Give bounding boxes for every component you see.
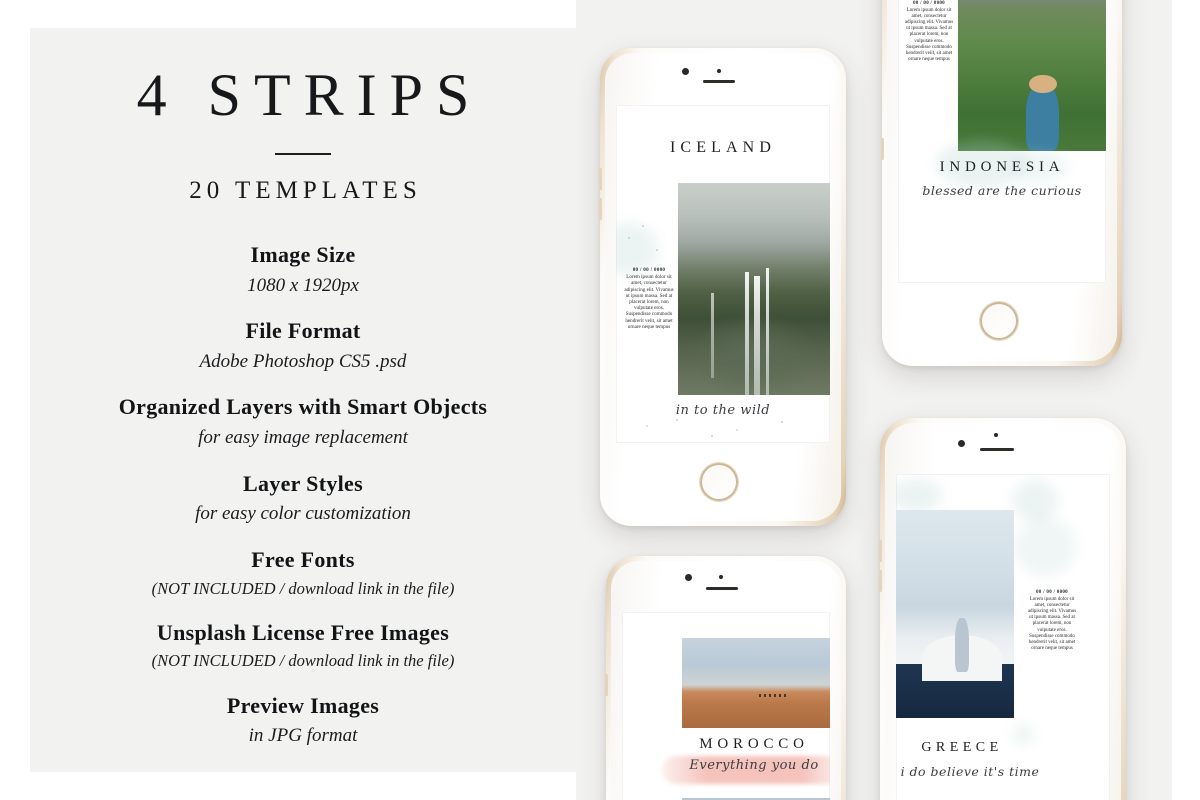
- phone-screen-iceland: ICELAND 00 / 00 / 0000 Lorem ipsum dolor…: [616, 105, 830, 443]
- screen-lorem-body: Lorem ipsum dolor sit amet, consectetur …: [904, 8, 954, 62]
- phone-mockup-greece: 00 / 00 / 0000 Lorem ipsum dolor sit ame…: [879, 418, 1126, 800]
- home-button[interactable]: [700, 463, 738, 501]
- feature-item: Preview Images in JPG format: [30, 692, 576, 749]
- screen-title: MOROCCO: [699, 736, 809, 752]
- photo-figure: [955, 618, 970, 673]
- phone-side-button: [599, 168, 602, 190]
- home-button[interactable]: [980, 302, 1018, 340]
- page-subtitle: 20 TEMPLATES: [189, 177, 422, 204]
- screen-lorem-body: Lorem ipsum dolor sit amet, consectetur …: [1027, 597, 1077, 651]
- feature-item: File Format Adobe Photoshop CS5 .psd: [30, 317, 576, 374]
- earpiece-speaker: [980, 448, 1014, 451]
- feature-item: Layer Styles for easy color customizatio…: [30, 470, 576, 527]
- phone-side-button: [605, 674, 608, 696]
- watercolor-blob: [896, 478, 942, 512]
- screen-lorem-column: 00 / 00 / 0000 Lorem ipsum dolor sit ame…: [904, 1, 954, 63]
- title-divider: [275, 153, 331, 155]
- phone-side-button: [879, 570, 882, 592]
- screen-lorem-date: 00 / 00 / 0000: [632, 267, 666, 273]
- feature-heading: Organized Layers with Smart Objects: [118, 394, 488, 420]
- screen-lorem-column: 00 / 00 / 0000 Lorem ipsum dolor sit ame…: [622, 267, 676, 330]
- screen-photo-waterfall: [678, 183, 830, 395]
- watercolor-blob: [1014, 518, 1076, 576]
- screen-script-caption: i do believe it's time: [900, 764, 1040, 779]
- screen-photo-santorini: [896, 510, 1014, 718]
- front-camera-icon: [685, 574, 692, 581]
- front-camera-icon: [682, 68, 689, 75]
- feature-subtext: in JPG format: [248, 725, 358, 747]
- earpiece-speaker: [706, 587, 738, 590]
- screen-title: ICELAND: [669, 139, 777, 156]
- feature-subtext: for easy color customization: [195, 503, 411, 525]
- feature-subtext: Adobe Photoshop CS5 .psd: [199, 350, 407, 372]
- feature-item: Free Fonts (NOT INCLUDED / download link…: [30, 546, 576, 600]
- screen-script-caption: in to the wild: [675, 403, 771, 418]
- screen-photo-desert: [682, 638, 830, 728]
- watercolor-blob: [1012, 480, 1058, 522]
- screen-photo-ricefield: [958, 0, 1106, 151]
- phone-mockup-iceland: ICELAND 00 / 00 / 0000 Lorem ipsum dolor…: [599, 48, 846, 526]
- feature-subtext: (NOT INCLUDED / download link in the fil…: [151, 651, 455, 671]
- feature-heading: Image Size: [250, 242, 356, 267]
- feature-item: Unsplash License Free Images (NOT INCLUD…: [30, 619, 576, 673]
- phone-screen-indonesia: 00 / 00 / 0000 Lorem ipsum dolor sit ame…: [898, 0, 1106, 283]
- photo-figure: [1026, 85, 1059, 151]
- feature-item: Organized Layers with Smart Objects for …: [30, 393, 576, 450]
- sensor-icon: [994, 433, 998, 437]
- phone-mockup-morocco: MOROCCO Everything you do 00 / 00 / 0000…: [605, 556, 846, 800]
- phone-side-button: [881, 138, 884, 160]
- phone-side-button: [599, 198, 602, 220]
- feature-item: Image Size 1080 x 1920px: [30, 241, 576, 298]
- feature-heading: Preview Images: [226, 692, 380, 718]
- phone-screen-greece: 00 / 00 / 0000 Lorem ipsum dolor sit ame…: [896, 474, 1110, 800]
- feature-heading: Free Fonts: [251, 546, 355, 572]
- screen-title: INDONESIA: [939, 159, 1065, 175]
- feature-heading: Layer Styles: [243, 470, 363, 496]
- screen-lorem-date: 00 / 00 / 0000: [1036, 590, 1068, 595]
- feature-heading: File Format: [245, 318, 361, 344]
- phone-mockup-indonesia: 00 / 00 / 0000 Lorem ipsum dolor sit ame…: [881, 0, 1122, 366]
- poster-canvas: 4 STRIPS 20 TEMPLATES Image Size 1080 x …: [0, 0, 1200, 800]
- screen-script-caption: blessed are the curious: [922, 183, 1082, 198]
- sensor-icon: [719, 575, 723, 579]
- feature-subtext: 1080 x 1920px: [247, 274, 359, 296]
- right-white-margin: [1172, 0, 1200, 800]
- screen-script-caption: Everything you do: [689, 758, 819, 773]
- phone-screen-morocco: MOROCCO Everything you do 00 / 00 / 0000…: [622, 612, 830, 800]
- sensor-icon: [717, 69, 721, 73]
- info-panel: 4 STRIPS 20 TEMPLATES Image Size 1080 x …: [30, 28, 576, 772]
- screen-lorem-body: Lorem ipsum dolor sit amet, consectetur …: [624, 274, 674, 330]
- screen-lorem-column: 00 / 00 / 0000 Lorem ipsum dolor sit ame…: [1026, 590, 1078, 652]
- earpiece-speaker: [703, 80, 735, 83]
- page-title: 4 STRIPS: [136, 62, 483, 128]
- screen-title: GREECE: [921, 740, 1003, 755]
- feature-list: Image Size 1080 x 1920px File Format Ado…: [30, 241, 576, 749]
- feature-subtext: for easy image replacement: [198, 427, 408, 449]
- feature-subtext: (NOT INCLUDED / download link in the fil…: [151, 578, 455, 598]
- phone-side-button: [879, 540, 882, 562]
- feature-heading: Unsplash License Free Images: [156, 619, 450, 645]
- screen-lorem-date: 00 / 00 / 0000: [913, 1, 945, 6]
- front-camera-icon: [958, 440, 965, 447]
